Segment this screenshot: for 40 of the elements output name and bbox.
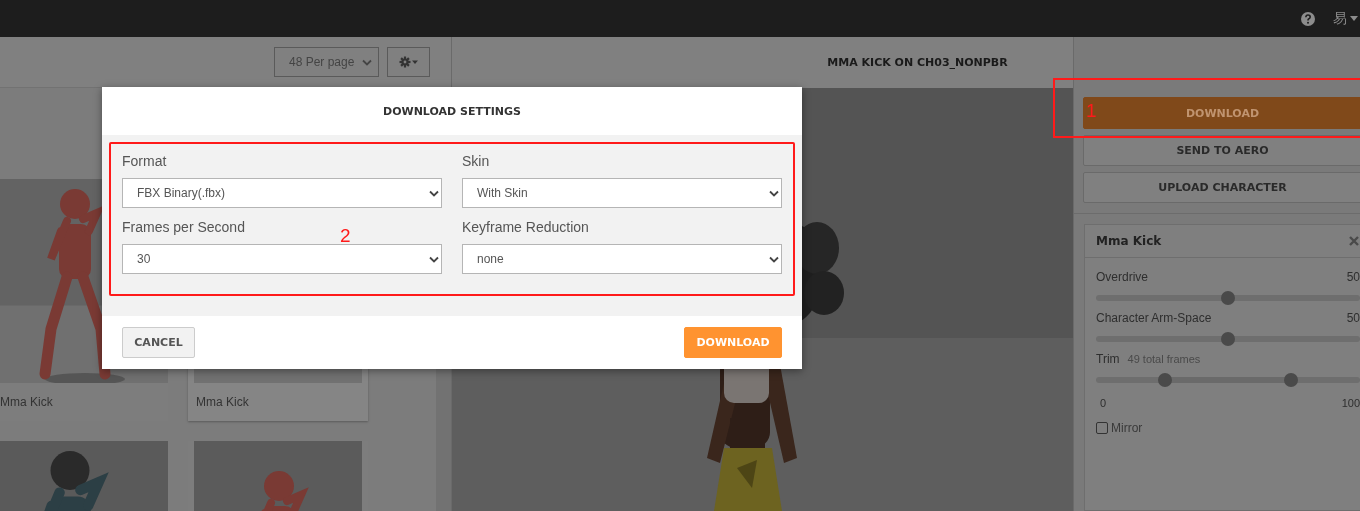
- checkbox-label: Mirror: [1111, 421, 1143, 435]
- dialog-title: DOWNLOAD SETTINGS: [383, 104, 521, 118]
- card-title: Mma Kick: [195, 394, 250, 411]
- slider-label: Trim: [1096, 352, 1120, 366]
- checkbox[interactable]: [1096, 422, 1108, 434]
- card-title: Mma Kick: [0, 394, 54, 411]
- field-label: Keyframe Reduction: [462, 218, 589, 237]
- viewer-title: MMA KICK ON CH03_NONPBR: [827, 56, 1008, 69]
- slider-thumb[interactable]: [1284, 373, 1299, 387]
- slider-value: 50: [1346, 270, 1360, 284]
- range-min-label: 0: [1100, 397, 1107, 409]
- field-label: Skin: [462, 152, 490, 171]
- dropdown[interactable]: none: [462, 244, 782, 274]
- caret-icon[interactable]: [1350, 16, 1358, 21]
- close-icon[interactable]: [1349, 236, 1359, 246]
- slider-thumb[interactable]: [1221, 291, 1235, 305]
- chevron-down-icon[interactable]: [429, 255, 439, 263]
- cancel-button[interactable]: CANCEL: [122, 327, 195, 358]
- chevron-down-icon[interactable]: [769, 255, 779, 263]
- action-button[interactable]: UPLOAD CHARACTER: [1083, 172, 1360, 203]
- dropdown[interactable]: With Skin: [462, 178, 782, 208]
- language-menu[interactable]: 易: [1333, 9, 1358, 28]
- field-label: Format: [122, 152, 167, 171]
- panel-title: Mma Kick: [1096, 234, 1162, 248]
- help-icon[interactable]: [1301, 11, 1315, 26]
- slider-thumb[interactable]: [1221, 332, 1235, 346]
- slider-label: Character Arm-Space: [1096, 311, 1212, 325]
- settings-button[interactable]: [387, 47, 430, 77]
- action-button[interactable]: SEND TO AERO: [1083, 135, 1360, 166]
- chevron-down-icon[interactable]: [429, 189, 439, 197]
- slider-label: Overdrive: [1096, 270, 1148, 284]
- range-max-label: 100: [1341, 397, 1360, 409]
- slider-thumb[interactable]: [1157, 373, 1172, 387]
- gear-icon[interactable]: [398, 56, 419, 68]
- chevron-down-icon[interactable]: [769, 189, 779, 197]
- annotation-number: 2: [340, 226, 351, 246]
- annotation-number: 1: [1086, 101, 1097, 121]
- dropdown[interactable]: 30: [122, 244, 442, 274]
- slider-value: 50: [1346, 311, 1360, 325]
- dropdown[interactable]: FBX Binary(.fbx): [122, 178, 442, 208]
